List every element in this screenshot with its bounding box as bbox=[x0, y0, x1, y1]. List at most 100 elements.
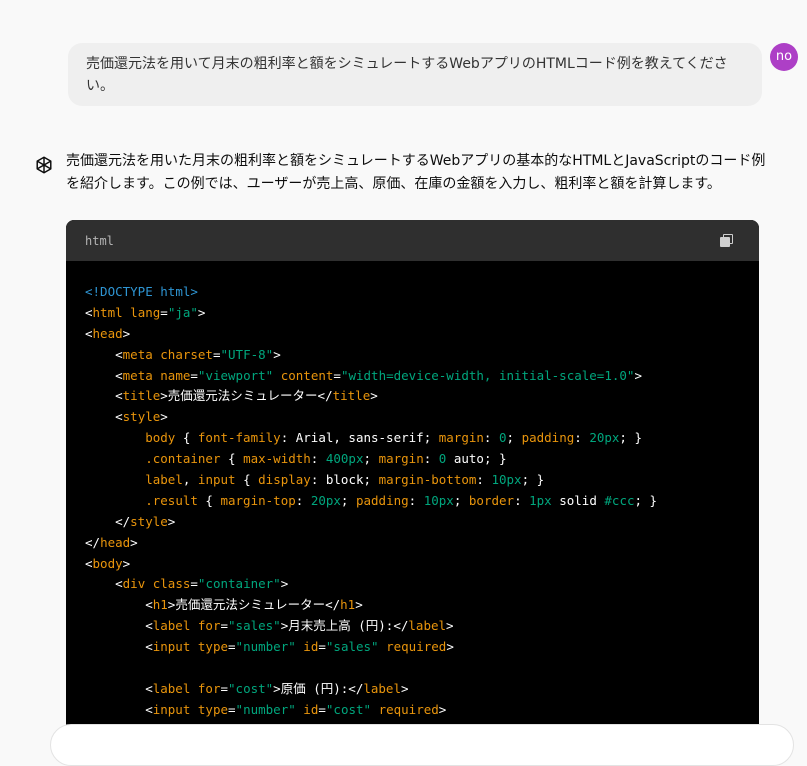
code-line: <label for="cost">原価 (円):</label> bbox=[85, 679, 759, 700]
code-token: for bbox=[197, 618, 221, 634]
code-line: <title>売価還元法シミュレーター</title> bbox=[85, 386, 759, 407]
code-token: > bbox=[122, 555, 131, 571]
code-token: padding bbox=[355, 492, 409, 508]
code-token: "container" bbox=[197, 576, 281, 592]
code-token: head bbox=[92, 325, 123, 341]
code-token: margin bbox=[438, 430, 484, 446]
code-line: <div class="container"> bbox=[85, 574, 759, 595]
code-token: 20px bbox=[589, 430, 620, 446]
code-token: >月末売上高 (円):</ bbox=[280, 618, 409, 634]
code-token: meta bbox=[122, 346, 153, 362]
code-line: <label for="sales">月末売上高 (円):</label> bbox=[85, 616, 759, 637]
user-avatar[interactable]: no bbox=[770, 43, 798, 71]
code-token: ; bbox=[340, 492, 356, 508]
code-token: < bbox=[85, 597, 153, 613]
code-token: name bbox=[160, 367, 191, 383]
code-token: html bbox=[160, 284, 191, 299]
code-token: html bbox=[92, 304, 123, 320]
code-token: </ bbox=[85, 513, 131, 529]
code-token: 10px bbox=[423, 492, 454, 508]
code-token: label bbox=[363, 680, 401, 696]
code-token: : bbox=[423, 451, 439, 467]
code-token: solid bbox=[551, 492, 605, 508]
code-token: < bbox=[85, 555, 93, 571]
code-line: <!DOCTYPE html> bbox=[85, 282, 759, 303]
code-token: : bbox=[408, 492, 424, 508]
code-token: = bbox=[220, 618, 229, 634]
code-token: { bbox=[235, 472, 259, 488]
code-token: charset bbox=[160, 346, 213, 362]
code-token: : block; bbox=[310, 472, 379, 488]
code-line: <html lang="ja"> bbox=[85, 303, 759, 324]
code-token: padding bbox=[521, 430, 575, 446]
code-token: style bbox=[122, 409, 161, 425]
code-token: "number" bbox=[235, 639, 296, 655]
code-token: : bbox=[310, 451, 326, 467]
code-token: "viewport" bbox=[197, 367, 274, 383]
code-token: { bbox=[175, 430, 198, 446]
code-token: : bbox=[295, 492, 311, 508]
code-token: lang bbox=[130, 304, 161, 320]
message-input-bar[interactable] bbox=[50, 724, 794, 766]
user-message-bubble: 売価還元法を用いて月末の粗利率と額をシミュレートするWebアプリのHTMLコード… bbox=[68, 43, 762, 106]
code-token: : bbox=[514, 492, 530, 508]
code-token: "sales" bbox=[228, 618, 281, 634]
code-token: > bbox=[438, 701, 447, 717]
code-token: > bbox=[167, 513, 176, 529]
code-token: "cost" bbox=[325, 701, 372, 717]
chatgpt-logo-icon bbox=[36, 156, 52, 174]
code-token: max-width bbox=[243, 451, 311, 467]
code-token: for bbox=[197, 680, 221, 696]
copy-icon[interactable] bbox=[720, 234, 733, 247]
code-token: ; bbox=[453, 492, 469, 508]
code-token: > bbox=[446, 618, 454, 634]
code-token: < bbox=[85, 680, 153, 696]
code-token: margin bbox=[378, 451, 424, 467]
code-token: = bbox=[212, 346, 221, 362]
code-line: </head> bbox=[85, 533, 759, 554]
code-token: < bbox=[85, 304, 93, 320]
code-token: > bbox=[160, 409, 168, 425]
code-token: > bbox=[355, 597, 363, 613]
code-token: = bbox=[333, 367, 341, 383]
code-token: > bbox=[280, 576, 289, 592]
code-token: < bbox=[85, 388, 123, 404]
code-token: label bbox=[408, 618, 447, 634]
code-token: , bbox=[182, 472, 198, 488]
code-token: "number" bbox=[235, 701, 296, 717]
code-line: .result { margin-top: 20px; padding: 10p… bbox=[85, 491, 759, 512]
code-line: </style> bbox=[85, 512, 759, 533]
code-token: > bbox=[130, 534, 138, 550]
code-token: : Arial, sans-serif; bbox=[280, 430, 439, 446]
code-line: <style> bbox=[85, 407, 759, 428]
code-token: < bbox=[85, 325, 93, 341]
code-token: title bbox=[332, 388, 371, 404]
code-line: <meta charset="UTF-8"> bbox=[85, 345, 759, 366]
code-line: <input type="number" id="cost" required> bbox=[85, 700, 759, 721]
code-line: <meta name="viewport" content="width=dev… bbox=[85, 366, 759, 387]
code-token: : bbox=[476, 472, 492, 488]
code-token: ; } bbox=[619, 430, 642, 446]
code-token: >売価還元法シミュレーター</ bbox=[160, 388, 333, 404]
code-token: { bbox=[220, 451, 244, 467]
code-line: <input type="number" id="sales" required… bbox=[85, 637, 759, 658]
code-token: > bbox=[401, 680, 409, 696]
code-token: class bbox=[152, 576, 191, 592]
code-token: = bbox=[318, 701, 326, 717]
code-token: h1 bbox=[152, 597, 168, 613]
code-token: ; } bbox=[521, 472, 545, 488]
code-token: > bbox=[197, 304, 206, 320]
code-token: "UTF-8" bbox=[220, 346, 274, 362]
code-token: title bbox=[122, 388, 161, 404]
code-token: input bbox=[152, 639, 191, 655]
code-token: label bbox=[145, 472, 183, 488]
code-token: h1 bbox=[340, 597, 356, 613]
code-token: >原価 (円):</ bbox=[273, 680, 364, 696]
